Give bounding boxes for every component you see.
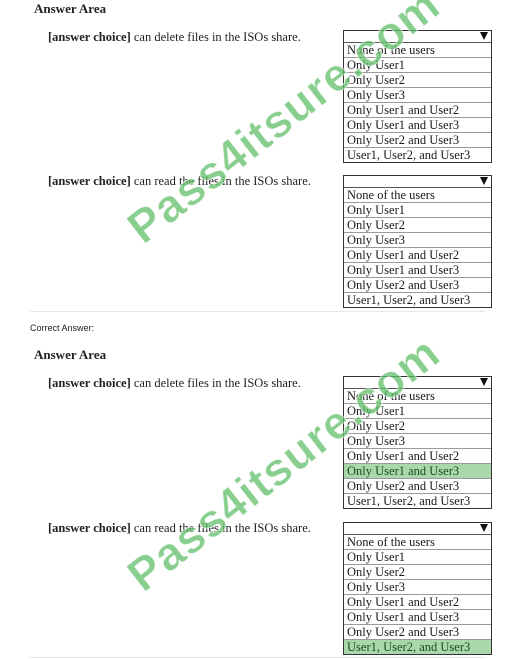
- dropdown-header[interactable]: [344, 176, 491, 188]
- answer-area-title: Answer Area: [34, 347, 107, 362]
- dropdown-option[interactable]: Only User1 and User2: [344, 449, 491, 464]
- dropdown-option-selected[interactable]: Only User1 and User3: [344, 464, 491, 479]
- answer-dropdown-delete[interactable]: None of the users Only User1 Only User2 Onl…: [343, 30, 492, 163]
- dropdown-option[interactable]: Only User2: [344, 73, 491, 88]
- dropdown-header[interactable]: [344, 377, 491, 389]
- dropdown-option[interactable]: Only User2: [344, 218, 491, 233]
- dropdown-option[interactable]: Only User3: [344, 434, 491, 449]
- dropdown-option[interactable]: User1, User2, and User3: [344, 148, 491, 162]
- answer-dropdown-read[interactable]: None of the users Only User1 Only User2 Onl…: [343, 175, 492, 308]
- dropdown-option[interactable]: User1, User2, and User3: [344, 494, 491, 508]
- question-text: can read the files in the ISOs share.: [130, 174, 311, 188]
- dropdown-option[interactable]: Only User1: [344, 550, 491, 565]
- dropdown-option[interactable]: Only User1 and User3: [344, 263, 491, 278]
- dropdown-option[interactable]: Only User1 and User2: [344, 248, 491, 263]
- dropdown-option[interactable]: User1, User2, and User3: [344, 293, 491, 307]
- question-read-files: [answer choice] can read the files in th…: [48, 521, 311, 536]
- question-text: can delete files in the ISOs share.: [130, 30, 301, 44]
- dropdown-option[interactable]: Only User1 and User3: [344, 118, 491, 133]
- dropdown-header[interactable]: [344, 523, 491, 535]
- answer-choice-token: [answer choice]: [48, 174, 131, 188]
- answer-choice-token: [answer choice]: [48, 521, 131, 535]
- dropdown-option[interactable]: Only User2 and User3: [344, 278, 491, 293]
- dropdown-option[interactable]: Only User2: [344, 565, 491, 580]
- triangle-down-icon[interactable]: [480, 177, 488, 185]
- answer-area-title: Answer Area: [34, 1, 107, 16]
- answer-dropdown-read[interactable]: None of the users Only User1 Only User2 Onl…: [343, 522, 492, 655]
- dropdown-option[interactable]: None of the users: [344, 43, 491, 58]
- answer-choice-token: [answer choice]: [48, 376, 131, 390]
- dropdown-option[interactable]: Only User2 and User3: [344, 625, 491, 640]
- question-text: can delete files in the ISOs share.: [130, 376, 301, 390]
- question-text: can read the files in the ISOs share.: [130, 521, 311, 535]
- dropdown-option[interactable]: Only User1 and User2: [344, 103, 491, 118]
- triangle-down-icon[interactable]: [480, 378, 488, 386]
- dropdown-option[interactable]: Only User1: [344, 58, 491, 73]
- dropdown-header[interactable]: [344, 31, 491, 43]
- triangle-down-icon[interactable]: [480, 524, 488, 532]
- answer-choice-token: [answer choice]: [48, 30, 131, 44]
- section-divider: [30, 657, 485, 658]
- question-read-files: [answer choice] can read the files in th…: [48, 174, 311, 189]
- section-divider: [30, 311, 485, 312]
- dropdown-option[interactable]: Only User1: [344, 203, 491, 218]
- dropdown-option[interactable]: Only User2: [344, 419, 491, 434]
- answer-dropdown-delete[interactable]: None of the users Only User1 Only User2 Onl…: [343, 376, 492, 509]
- dropdown-option[interactable]: Only User3: [344, 580, 491, 595]
- dropdown-option[interactable]: None of the users: [344, 389, 491, 404]
- question-delete-files: [answer choice] can delete files in the …: [48, 376, 301, 391]
- dropdown-option-selected[interactable]: User1, User2, and User3: [344, 640, 491, 654]
- dropdown-option[interactable]: Only User3: [344, 233, 491, 248]
- dropdown-option[interactable]: Only User1 and User3: [344, 610, 491, 625]
- triangle-down-icon[interactable]: [480, 32, 488, 40]
- correct-answer-label: Correct Answer:: [30, 323, 95, 333]
- dropdown-option[interactable]: Only User3: [344, 88, 491, 103]
- dropdown-option[interactable]: Only User2 and User3: [344, 133, 491, 148]
- dropdown-option[interactable]: Only User2 and User3: [344, 479, 491, 494]
- dropdown-option[interactable]: None of the users: [344, 188, 491, 203]
- dropdown-option[interactable]: Only User1 and User2: [344, 595, 491, 610]
- dropdown-option[interactable]: None of the users: [344, 535, 491, 550]
- dropdown-option[interactable]: Only User1: [344, 404, 491, 419]
- question-delete-files: [answer choice] can delete files in the …: [48, 30, 301, 45]
